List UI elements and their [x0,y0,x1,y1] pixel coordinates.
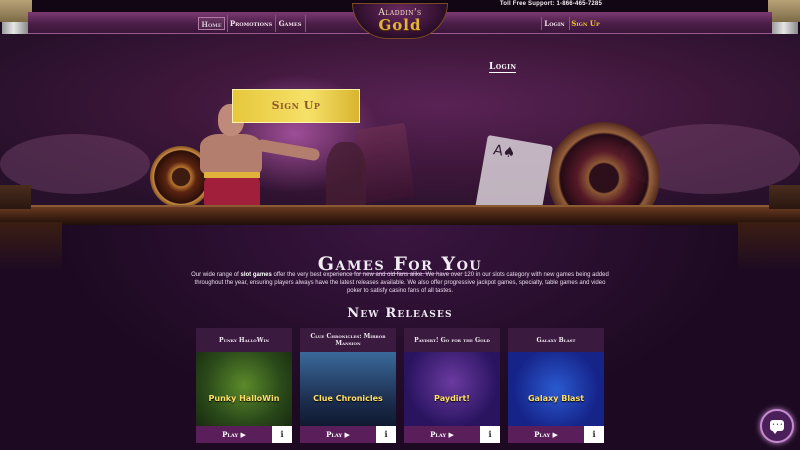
nav-promotions[interactable]: Promotions [229,17,273,30]
genie-belt [204,172,260,178]
new-releases-heading: New Releases [347,306,453,321]
info-icon[interactable]: i [272,426,292,443]
hero-signup-button[interactable]: Sign Up [232,89,360,123]
game-title: Galaxy Blast [508,328,604,352]
game-card: Clue Chronicles: Mirror Mansion Clue Chr… [300,328,396,443]
game-thumbnail[interactable]: Clue Chronicles [300,352,396,426]
wooden-shelf-divider [0,205,800,225]
nav-signup[interactable]: Sign Up [569,17,601,30]
game-title: Paydirt! Go for the Gold [404,328,500,352]
thumbnail-logo-text: Galaxy Blast [527,394,585,403]
game-card: Paydirt! Go for the Gold Paydirt! Play ▶… [404,328,500,443]
play-button[interactable]: Play ▶ [404,426,480,443]
live-chat-button[interactable]: ••• [760,409,794,443]
game-thumbnail[interactable]: Paydirt! [404,352,500,426]
aladdins-gold-logo[interactable]: Aladdin's Gold [352,3,448,39]
info-icon[interactable]: i [480,426,500,443]
desc-bold-text: slot games [240,272,272,278]
games-description: Our wide range of slot games offer the v… [190,271,610,295]
hero-login-link[interactable]: Login [489,62,517,73]
game-card: Galaxy Blast Galaxy Blast Play ▶ i [508,328,604,443]
character-illustration [326,142,366,212]
nav-games[interactable]: Games [277,17,303,30]
play-button[interactable]: Play ▶ [508,426,584,443]
game-title: Clue Chronicles: Mirror Mansion [300,328,396,352]
desc-text: Our wide range of [191,272,241,278]
nav-divider [305,15,306,32]
game-card: Punky HalloWin Punky HalloWin Play ▶ i [196,328,292,443]
toll-free-support: Toll Free Support: 1-866-465-7285 [499,1,602,7]
thumbnail-logo-text: Clue Chronicles [313,394,383,403]
nav-login[interactable]: Login [541,17,567,30]
nav-divider [275,15,276,32]
left-pillar-base [0,185,31,209]
game-title: Punky HalloWin [196,328,292,352]
game-thumbnail[interactable]: Galaxy Blast [508,352,604,426]
thumbnail-logo-text: Paydirt! [434,394,470,403]
game-thumbnail[interactable]: Punky HalloWin [196,352,292,426]
info-icon[interactable]: i [376,426,396,443]
logo-text-main: Gold [378,16,422,34]
spade-icon: A♠ [492,142,517,162]
chat-bubble-icon: ••• [770,420,784,434]
nav-divider [227,15,228,32]
hero-banner: A♠ Login Sign Up [0,34,800,212]
play-button[interactable]: Play ▶ [300,426,376,443]
ace-card-illustration: A♠ [473,134,553,212]
thumbnail-logo-text: Punky HalloWin [208,394,280,403]
play-button[interactable]: Play ▶ [196,426,272,443]
genie-body [200,134,262,176]
right-pillar-capital [768,0,800,22]
nav-home[interactable]: Home [198,17,225,30]
right-pillar-base [769,185,800,209]
chat-dots: ••• [772,422,784,428]
info-icon[interactable]: i [584,426,604,443]
